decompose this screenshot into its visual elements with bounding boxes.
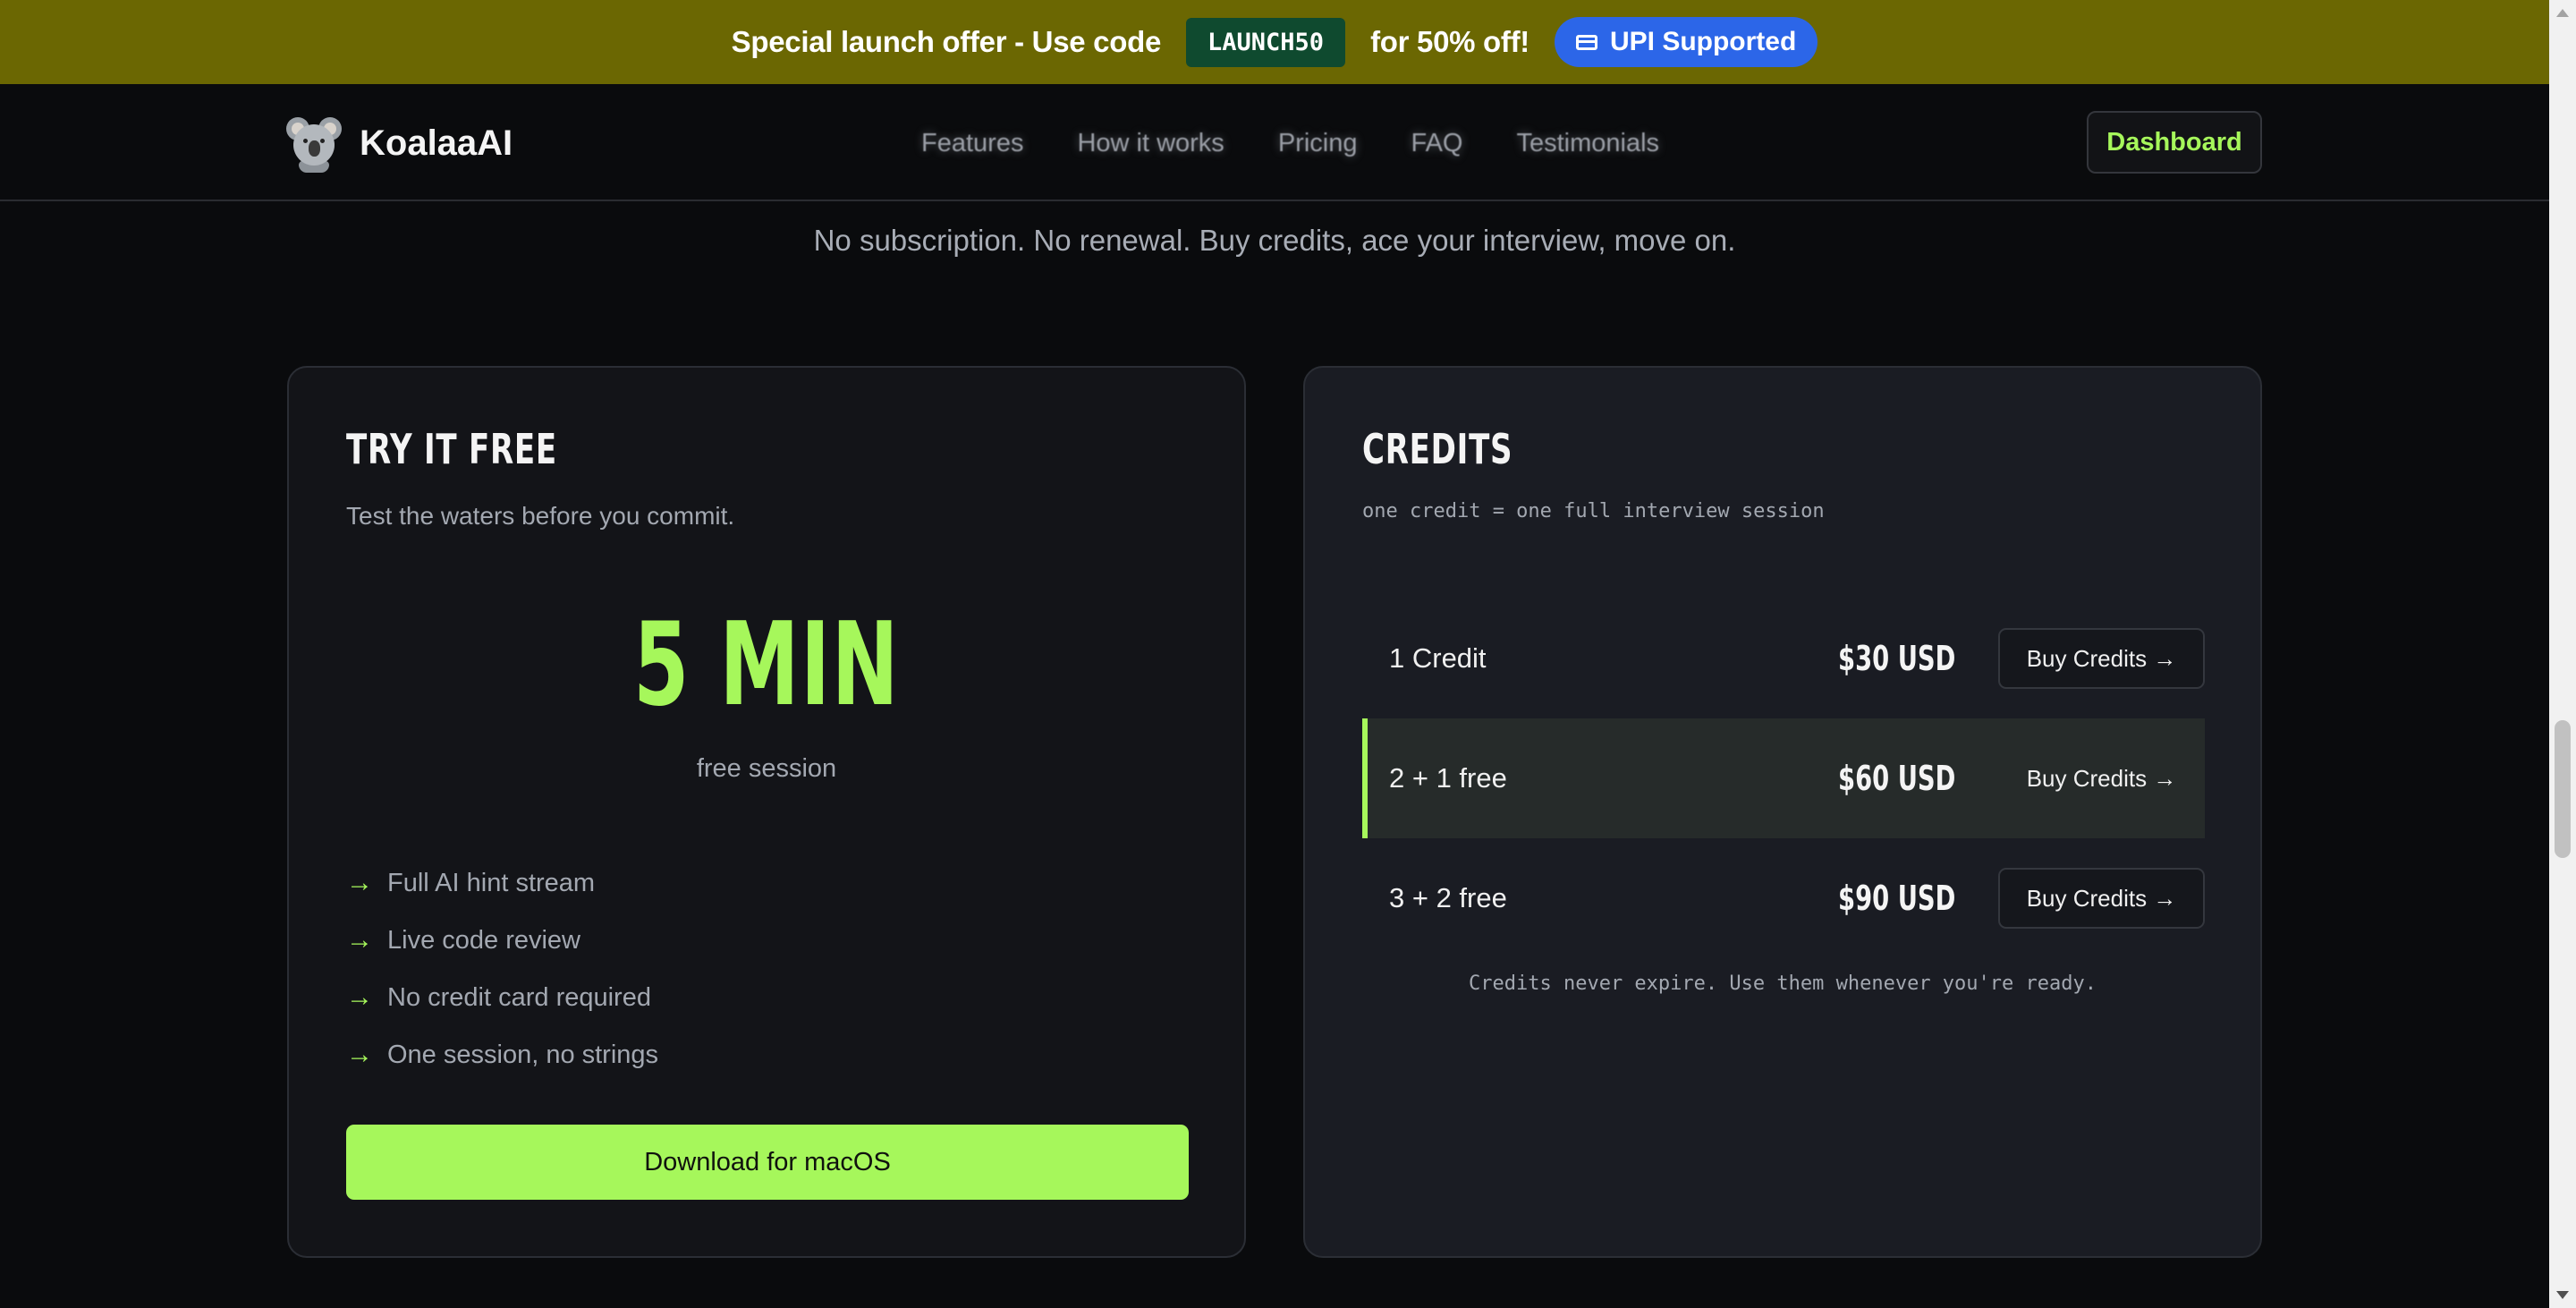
pricing-subtitle: No subscription. No renewal. Buy credits… bbox=[813, 224, 1736, 257]
nav-link-features[interactable]: Features bbox=[894, 122, 1050, 166]
download-macos-button[interactable]: Download for macOS bbox=[346, 1125, 1189, 1200]
scroll-thumb[interactable] bbox=[2555, 720, 2571, 858]
buy-credits-button[interactable]: Buy Credits → bbox=[1998, 868, 2205, 929]
arrow-right-icon: → bbox=[346, 982, 373, 1012]
tier-price: $30 USD bbox=[1837, 639, 1955, 678]
navbar: KoalaaAI Features How it works Pricing F… bbox=[0, 84, 2549, 201]
feature-label: Full AI hint stream bbox=[387, 868, 596, 897]
nav-link-how-it-works[interactable]: How it works bbox=[1050, 122, 1250, 166]
free-card-title: TRY IT FREE bbox=[346, 425, 557, 473]
scroll-up-arrow-icon[interactable] bbox=[2556, 9, 2569, 17]
dashboard-button[interactable]: Dashboard bbox=[2087, 111, 2262, 174]
free-feature-list: → Full AI hint stream → Live code review… bbox=[346, 854, 658, 1083]
arrow-right-icon: → bbox=[346, 868, 373, 897]
page: Special launch offer - Use code LAUNCH50… bbox=[0, 0, 2576, 1308]
arrow-right-icon: → bbox=[346, 925, 373, 955]
feature-item: → Full AI hint stream bbox=[346, 854, 658, 912]
credits-note: one credit = one full interview session bbox=[1362, 500, 1825, 522]
feature-label: Live code review bbox=[387, 925, 580, 955]
buy-credits-button[interactable]: Buy Credits → bbox=[1998, 748, 2205, 809]
credit-card-icon bbox=[1575, 34, 1597, 50]
nav-link-faq[interactable]: FAQ bbox=[1384, 122, 1489, 166]
promo-discount-text: for 50% off! bbox=[1370, 25, 1530, 58]
tier-price: $60 USD bbox=[1837, 759, 1955, 798]
scroll-down-arrow-icon[interactable] bbox=[2556, 1291, 2569, 1299]
upi-badge: UPI Supported bbox=[1554, 17, 1818, 67]
free-trial-card: TRY IT FREE Test the waters before you c… bbox=[287, 366, 1246, 1258]
credit-tiers: 1 Credit $30 USD Buy Credits → 2 + 1 fre… bbox=[1362, 599, 2205, 958]
credits-card: CREDITS one credit = one full interview … bbox=[1303, 366, 2262, 1258]
buy-credits-button[interactable]: Buy Credits → bbox=[1998, 628, 2205, 689]
promo-text: Special launch offer - Use code bbox=[731, 25, 1162, 58]
credits-footnote: Credits never expire. Use them whenever … bbox=[1469, 973, 2097, 995]
upi-badge-label: UPI Supported bbox=[1609, 27, 1797, 56]
tier-name: 3 + 2 free bbox=[1389, 882, 1507, 913]
brand-logo-link[interactable]: KoalaaAI bbox=[284, 113, 513, 174]
tier-name: 1 Credit bbox=[1389, 642, 1487, 674]
page-scrollbar[interactable] bbox=[2549, 0, 2576, 1308]
tier-name: 2 + 1 free bbox=[1389, 762, 1507, 794]
feature-item: → Live code review bbox=[346, 912, 658, 969]
nav-link-pricing[interactable]: Pricing bbox=[1251, 122, 1385, 166]
feature-item: → One session, no strings bbox=[346, 1026, 658, 1083]
free-session-length: 5 MIN bbox=[632, 599, 901, 732]
credits-card-title: CREDITS bbox=[1362, 425, 1513, 473]
credit-tier-highlighted: 2 + 1 free $60 USD Buy Credits → bbox=[1362, 718, 2205, 838]
arrow-right-icon: → bbox=[346, 1040, 373, 1069]
credit-tier: 3 + 2 free $90 USD Buy Credits → bbox=[1362, 838, 2205, 958]
tier-price: $90 USD bbox=[1837, 879, 1955, 918]
brand-name: KoalaaAI bbox=[360, 123, 513, 163]
credit-tier: 1 Credit $30 USD Buy Credits → bbox=[1362, 599, 2205, 718]
free-card-description: Test the waters before you commit. bbox=[346, 502, 735, 530]
promo-code: LAUNCH50 bbox=[1186, 17, 1346, 67]
nav-links: Features How it works Pricing FAQ Testim… bbox=[894, 115, 1686, 172]
koala-icon bbox=[284, 114, 343, 173]
nav-link-testimonials[interactable]: Testimonials bbox=[1489, 122, 1686, 166]
free-session-caption: free session bbox=[696, 754, 837, 783]
feature-label: No credit card required bbox=[387, 982, 651, 1012]
promo-banner: Special launch offer - Use code LAUNCH50… bbox=[0, 0, 2549, 84]
feature-item: → No credit card required bbox=[346, 969, 658, 1026]
feature-label: One session, no strings bbox=[387, 1040, 659, 1069]
